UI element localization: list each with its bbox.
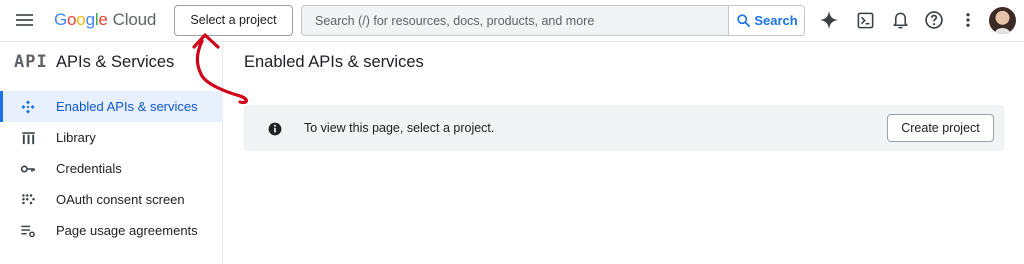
account-avatar[interactable] — [989, 7, 1016, 34]
key-icon — [20, 161, 36, 177]
enabled-apis-icon — [20, 99, 36, 115]
create-project-button[interactable]: Create project — [887, 114, 994, 142]
gemini-sparkle-icon[interactable] — [818, 9, 840, 31]
sidebar-item-label: Library — [56, 130, 96, 145]
sidebar-item-credentials[interactable]: Credentials — [0, 153, 223, 184]
page-title: Enabled APIs & services — [244, 53, 424, 71]
sidebar-item-oauth-consent[interactable]: OAuth consent screen — [0, 184, 223, 215]
api-logo-icon: API — [14, 52, 48, 72]
google-cloud-logo[interactable]: Google Cloud — [54, 10, 156, 30]
search-bar: Search — [301, 5, 805, 36]
sidebar-item-label: Enabled APIs & services — [56, 99, 198, 114]
hamburger-menu-icon[interactable] — [14, 11, 36, 29]
sidebar-item-enabled-apis[interactable]: Enabled APIs & services — [0, 91, 223, 122]
sidebar-item-page-usage-agreements[interactable]: Page usage agreements — [0, 215, 223, 246]
select-project-button[interactable]: Select a project — [174, 5, 293, 36]
help-icon[interactable] — [923, 9, 945, 31]
top-app-bar: Google Cloud Select a project Search — [0, 0, 1024, 42]
notifications-bell-icon[interactable] — [889, 9, 911, 31]
product-title: APIs & Services — [56, 53, 175, 71]
left-nav: API APIs & Services Enabled APIs & servi… — [0, 43, 223, 264]
sidebar-item-library[interactable]: Library — [0, 122, 223, 153]
settings-list-icon — [20, 223, 36, 239]
sidebar-item-label: Page usage agreements — [56, 223, 198, 238]
product-header: API APIs & Services — [0, 43, 223, 85]
search-icon — [737, 14, 751, 27]
sidebar-item-label: OAuth consent screen — [56, 192, 185, 207]
more-vert-icon[interactable] — [957, 9, 979, 31]
sidebar-item-label: Credentials — [56, 161, 122, 176]
library-icon — [20, 130, 36, 146]
search-button-label: Search — [754, 13, 798, 28]
search-input[interactable] — [302, 6, 728, 35]
search-button[interactable]: Search — [728, 6, 804, 35]
cloud-shell-icon[interactable] — [854, 9, 876, 31]
info-icon — [268, 122, 282, 136]
select-project-notice: To view this page, select a project. Cre… — [244, 105, 1004, 151]
oauth-icon — [20, 192, 36, 208]
notice-text: To view this page, select a project. — [304, 121, 495, 135]
nav-list: Enabled APIs & services Library Credenti… — [0, 91, 223, 246]
